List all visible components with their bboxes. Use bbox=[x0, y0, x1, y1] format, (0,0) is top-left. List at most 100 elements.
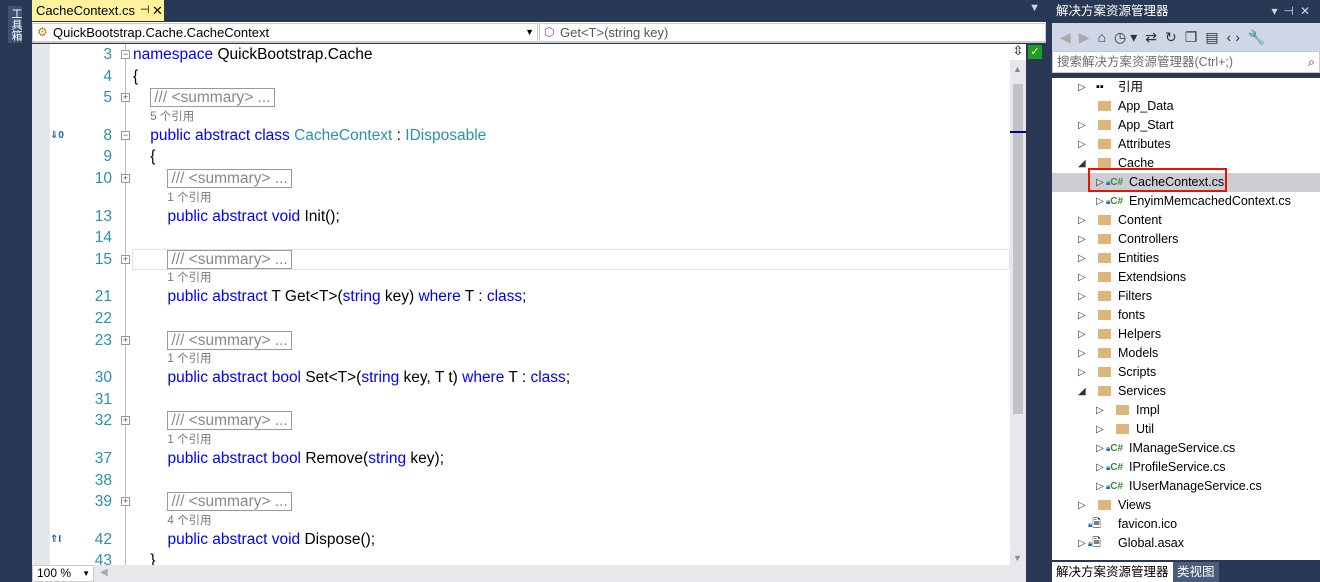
scroll-down-icon[interactable]: ▼ bbox=[1013, 553, 1022, 563]
expand-arrow-icon[interactable]: ▷ bbox=[1078, 363, 1086, 382]
expand-arrow-icon[interactable]: ▷ bbox=[1078, 287, 1086, 306]
collapse-icon[interactable]: − bbox=[121, 50, 130, 59]
view-code-icon[interactable]: ‹› bbox=[1227, 23, 1244, 51]
refresh-icon[interactable]: ↻ bbox=[1165, 23, 1181, 51]
collapsed-comment[interactable]: /// <summary> ... bbox=[150, 88, 275, 108]
properties-icon[interactable]: 🔧 bbox=[1248, 23, 1269, 51]
tree-item[interactable]: ▷ Util bbox=[1052, 420, 1320, 439]
expand-arrow-icon[interactable]: ▷ bbox=[1078, 230, 1086, 249]
code-line[interactable]: 30 public abstract bool Set<T>(string ke… bbox=[32, 367, 1010, 389]
expand-arrow-icon[interactable]: ▷ bbox=[1078, 344, 1086, 363]
tab-solution-explorer[interactable]: 解决方案资源管理器 bbox=[1052, 562, 1173, 582]
code-line[interactable]: 32 + /// <summary> ... bbox=[32, 410, 1010, 432]
collapsed-comment[interactable]: /// <summary> ... bbox=[167, 492, 292, 512]
expand-icon[interactable]: + bbox=[121, 254, 130, 264]
solution-search-input[interactable]: 搜索解决方案资源管理器(Ctrl+;) ⌕ bbox=[1052, 51, 1320, 73]
expand-icon[interactable]: + bbox=[121, 335, 130, 345]
expand-arrow-icon[interactable]: ▷ bbox=[1078, 211, 1086, 230]
collapse-all-icon[interactable]: ❐ bbox=[1185, 23, 1202, 51]
code-line[interactable]: 15 + /// <summary> ... bbox=[32, 248, 1010, 271]
code-line[interactable]: 13 public abstract void Init(); bbox=[32, 205, 1010, 228]
tree-item[interactable]: ▷ 🔒︎🗎 Global.asax bbox=[1052, 534, 1320, 553]
expand-arrow-icon[interactable]: ▷ bbox=[1078, 135, 1086, 154]
tree-item[interactable]: ▷ Scripts bbox=[1052, 363, 1320, 382]
reference-count[interactable]: 1 个引用 bbox=[167, 270, 211, 286]
code-line[interactable]: 9 { bbox=[32, 146, 1010, 168]
split-icon[interactable]: ⇳ bbox=[1010, 44, 1026, 60]
code-line[interactable]: 14 bbox=[32, 227, 1010, 249]
pin-icon[interactable]: ⊣ bbox=[140, 0, 150, 21]
zoom-dropdown[interactable]: 100 % ▼ bbox=[32, 565, 94, 582]
expand-arrow-icon[interactable]: ▷ bbox=[1078, 78, 1086, 97]
tree-item[interactable]: ▷ Content bbox=[1052, 211, 1320, 230]
collapsed-comment[interactable]: /// <summary> ... bbox=[167, 411, 292, 431]
code-line[interactable]: 43 } bbox=[32, 550, 1010, 565]
code-line[interactable]: 37 public abstract bool Remove(string ke… bbox=[32, 447, 1010, 470]
member-dropdown[interactable]: ⬡ Get<T>(string key) bbox=[539, 23, 1046, 42]
expand-arrow-icon[interactable]: ▷ bbox=[1096, 439, 1104, 458]
collapsed-comment[interactable]: /// <summary> ... bbox=[167, 249, 292, 269]
tree-item[interactable]: 🔒︎🗎 favicon.ico bbox=[1052, 515, 1320, 534]
code-line[interactable]: 3− namespace QuickBootstrap.Cache bbox=[32, 44, 1010, 66]
tab-dropdown-icon[interactable]: ▼ bbox=[1029, 2, 1040, 14]
tab-class-view[interactable]: 类视图 bbox=[1173, 562, 1219, 582]
reference-count[interactable]: 4 个引用 bbox=[167, 513, 211, 529]
expand-arrow-icon[interactable]: ▷ bbox=[1096, 420, 1104, 439]
scroll-up-icon[interactable]: ▲ bbox=[1013, 64, 1022, 74]
tree-item[interactable]: ▷ Models bbox=[1052, 344, 1320, 363]
tree-item[interactable]: ▷ Helpers bbox=[1052, 325, 1320, 344]
expand-icon[interactable]: + bbox=[121, 93, 130, 103]
tree-item[interactable]: ◢ Services bbox=[1052, 382, 1320, 401]
tree-item[interactable]: ▷ 🔒︎C# EnyimMemcachedContext.cs bbox=[1052, 192, 1320, 211]
expand-icon[interactable]: + bbox=[121, 173, 130, 183]
expand-icon[interactable]: + bbox=[121, 497, 130, 507]
collapse-arrow-icon[interactable]: ◢ bbox=[1078, 154, 1086, 173]
search-icon[interactable]: ⌕ bbox=[1308, 52, 1315, 72]
scroll-thumb[interactable] bbox=[1013, 84, 1023, 414]
expand-arrow-icon[interactable]: ▷ bbox=[1078, 249, 1086, 268]
expand-arrow-icon[interactable]: ▷ bbox=[1078, 116, 1086, 135]
collapsed-comment[interactable]: /// <summary> ... bbox=[167, 168, 292, 188]
toolbox-tab[interactable]: 工具箱 bbox=[8, 6, 22, 43]
forward-icon[interactable]: ▶ bbox=[1079, 23, 1094, 51]
history-icon[interactable]: ◷▾ bbox=[1114, 23, 1141, 51]
expand-arrow-icon[interactable]: ▷ bbox=[1078, 496, 1086, 515]
collapse-icon[interactable]: − bbox=[121, 130, 130, 140]
code-area[interactable]: 3− namespace QuickBootstrap.Cache 4{5 + ///… bbox=[32, 44, 1010, 565]
vertical-scrollbar[interactable]: ⇳ ▲ ▼ bbox=[1010, 44, 1026, 565]
expand-arrow-icon[interactable]: ▷ bbox=[1078, 534, 1086, 553]
tree-item[interactable]: ▷ Extendsions bbox=[1052, 268, 1320, 287]
reference-count[interactable]: 1 个引用 bbox=[167, 432, 211, 448]
tree-item[interactable]: ▷ fonts bbox=[1052, 306, 1320, 325]
tab-cachecontext[interactable]: CacheContext.cs ⊣ ✕ bbox=[32, 0, 164, 21]
close-icon[interactable]: ✕ bbox=[152, 0, 163, 21]
code-line[interactable]: 38 bbox=[32, 469, 1010, 492]
scroll-left-icon[interactable]: ◀ bbox=[100, 567, 108, 578]
reference-count[interactable]: 1 个引用 bbox=[167, 190, 211, 206]
sync-icon[interactable]: ⇄ bbox=[1145, 23, 1161, 51]
code-line[interactable]: 4{ bbox=[32, 65, 1010, 88]
panel-controls[interactable]: ▾⊣✕ bbox=[1271, 0, 1316, 22]
collapse-arrow-icon[interactable]: ◢ bbox=[1078, 382, 1086, 401]
tree-item[interactable]: ▷ Filters bbox=[1052, 287, 1320, 306]
tree-item[interactable]: ▷ 🔒︎C# IProfileService.cs bbox=[1052, 458, 1320, 477]
expand-arrow-icon[interactable]: ▷ bbox=[1096, 192, 1104, 211]
tree-item[interactable]: ▷ Attributes bbox=[1052, 135, 1320, 154]
home-icon[interactable]: ⌂ bbox=[1098, 23, 1110, 51]
expand-arrow-icon[interactable]: ▷ bbox=[1096, 401, 1104, 420]
show-all-files-icon[interactable]: ▤ bbox=[1205, 23, 1222, 51]
code-line[interactable]: 21 public abstract T Get<T>(string key) … bbox=[32, 286, 1010, 308]
code-line[interactable]: 5 + /// <summary> ... bbox=[32, 87, 1010, 109]
tree-item[interactable]: ▷ Impl bbox=[1052, 401, 1320, 420]
tree-item[interactable]: ▷ Views bbox=[1052, 496, 1320, 515]
code-line[interactable]: 31 bbox=[32, 388, 1010, 411]
code-line[interactable]: 39 + /// <summary> ... bbox=[32, 491, 1010, 513]
tree-item[interactable]: ▷ Controllers bbox=[1052, 230, 1320, 249]
back-icon[interactable]: ◀ bbox=[1060, 23, 1075, 51]
collapsed-comment[interactable]: /// <summary> ... bbox=[167, 330, 292, 350]
code-line[interactable]: 23 + /// <summary> ... bbox=[32, 329, 1010, 352]
reference-count[interactable]: 5 个引用 bbox=[150, 109, 194, 125]
tree-item[interactable]: ▷ 🔒︎C# IUserManageService.cs bbox=[1052, 477, 1320, 496]
tree-item[interactable]: ▷ 🔒︎C# IManageService.cs bbox=[1052, 439, 1320, 458]
code-line[interactable]: 10 + /// <summary> ... bbox=[32, 167, 1010, 190]
